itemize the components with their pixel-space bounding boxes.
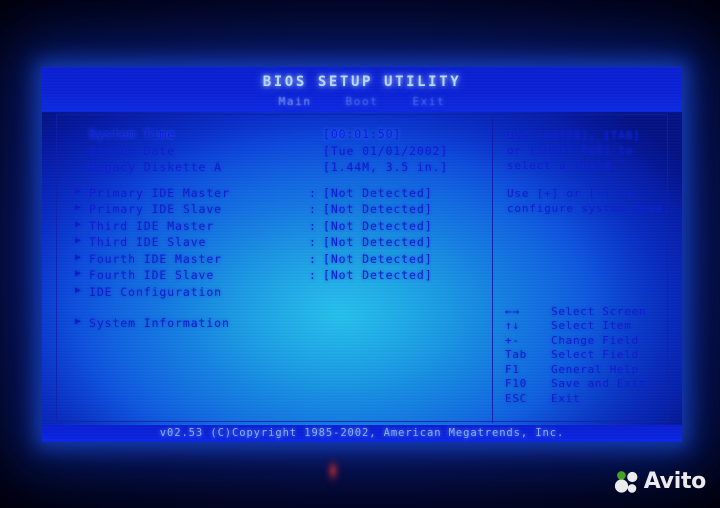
option-separator: : [309,251,316,266]
content-frame: System Time [00:01:50] System Date [Tue … [56,114,669,423]
key-legend: ←→ Select Screen ↑↓ Select Item +- Chang… [505,305,669,407]
help-text-line: Use [+] or [-] to [507,187,634,200]
option-value: [Not Detected] [323,268,433,282]
legend-key: ↑↓ [505,319,520,332]
avito-watermark: Avito [613,470,706,494]
photo-of-monitor: BIOS SETUP UTILITY Main Boot Exit System… [0,0,720,508]
option-separator: : [309,235,316,249]
legend-row-select-field: Tab Select Field [505,348,669,363]
triangle-right-icon: ▶ [75,284,82,296]
legend-row-select-screen: ←→ Select Screen [505,305,669,320]
option-label: Primary IDE Slave [89,202,223,216]
help-pane: Use [ENTER], [TAB] or [SHIFT-TAB] to sel… [493,115,669,423]
copyright-text: v02.53 (C)Copyright 1985-2002, American … [159,427,565,439]
triangle-right-icon: ▶ [75,316,82,327]
bios-screen: BIOS SETUP UTILITY Main Boot Exit System… [42,67,682,442]
option-label: Third IDE Slave [89,235,207,249]
legend-row-select-item: ↑↓ Select Item [505,319,669,334]
menu-bar: Main Boot Exit [42,93,682,110]
option-row-system-information[interactable]: ▶ System Information [57,316,492,333]
help-text-line: Use [ENTER], [TAB] [507,129,641,142]
option-value: [Not Detected] [323,235,433,249]
option-label: Fourth IDE Slave [89,268,215,282]
option-row-primary-ide-master[interactable]: ▶ Primary IDE Master : [Not Detected] [57,186,492,203]
legend-key: F10 [505,377,527,390]
tab-boot[interactable]: Boot [346,95,379,108]
option-value[interactable]: [1.44M, 3.5 in.] [323,160,448,174]
legend-key: ESC [505,391,527,405]
legend-key: Tab [505,348,527,361]
legend-row-change-field: +- Change Field [505,334,669,349]
option-label: Fourth IDE Master [89,251,223,266]
help-text-line: configure system Time. [507,202,671,215]
option-value[interactable]: [Tue 01/01/2002] [323,144,448,158]
option-row-system-time[interactable]: System Time [00:01:50] [57,127,492,144]
triangle-right-icon: ▶ [75,185,82,197]
option-row-system-date[interactable]: System Date [Tue 01/01/2002] [57,144,492,161]
option-row-primary-ide-slave[interactable]: ▶ Primary IDE Slave : [Not Detected] [57,202,492,219]
tab-main[interactable]: Main [279,95,312,108]
option-value: [Not Detected] [323,251,433,266]
options-pane: System Time [00:01:50] System Date [Tue … [57,115,492,423]
legend-description: Select Screen [551,304,647,318]
help-text-line: or [SHIFT-TAB] to [507,144,634,157]
option-value: [Not Detected] [323,202,433,216]
option-separator: : [309,185,316,200]
option-separator: : [309,218,316,233]
legend-description: Change Field [551,333,639,347]
legend-key: ←→ [505,304,520,318]
avito-wordmark: Avito [643,469,707,494]
triangle-right-icon: ▶ [75,202,82,213]
option-row-fourth-ide-master[interactable]: ▶ Fourth IDE Master : [Not Detected] [57,252,492,269]
triangle-right-icon: ▶ [75,218,82,230]
option-label: IDE Configuration [89,284,223,299]
legend-description: Save and Exit [551,377,647,390]
copyright-bar: v02.53 (C)Copyright 1985-2002, American … [42,425,682,442]
page-title: BIOS SETUP UTILITY [262,74,462,90]
legend-row-exit: ESC Exit [505,392,669,407]
option-value: [Not Detected] [323,185,433,200]
option-label: System Date [89,143,176,158]
legend-description: Exit [551,391,581,405]
triangle-right-icon: ▶ [75,235,82,246]
option-label: Third IDE Master [89,218,215,233]
option-value: [Not Detected] [323,218,433,233]
option-label: Legacy Diskette A [89,160,223,174]
legend-description: Select Field [551,348,639,361]
option-separator: : [309,202,316,216]
legend-key: F1 [505,362,520,376]
legend-description: Select Item [551,319,632,332]
option-row-third-ide-slave[interactable]: ▶ Third IDE Slave : [Not Detected] [57,235,492,252]
triangle-right-icon: ▶ [75,268,82,279]
legend-row-general-help: F1 General Help [505,363,669,378]
power-led-glow [318,452,348,486]
option-row-third-ide-master[interactable]: ▶ Third IDE Master : [Not Detected] [57,219,492,236]
option-row-legacy-diskette-a[interactable]: Legacy Diskette A [1.44M, 3.5 in.] [57,160,492,177]
help-spacer [507,173,669,186]
triangle-right-icon: ▶ [75,251,82,263]
option-value[interactable]: [00:01:50] [323,127,401,141]
bios-title-bar: BIOS SETUP UTILITY Main Boot Exit [42,67,682,112]
legend-key: +- [505,333,520,347]
option-row-fourth-ide-slave[interactable]: ▶ Fourth IDE Slave : [Not Detected] [57,268,492,285]
help-text-line: select a field. [507,159,619,172]
option-label: System Time [89,127,176,141]
tab-exit[interactable]: Exit [412,95,445,108]
option-row-ide-configuration[interactable]: ▶ IDE Configuration [57,285,492,302]
option-label: System Information [89,316,230,330]
option-label: Primary IDE Master [89,185,230,200]
avito-logo-icon [613,470,639,494]
legend-description: General Help [551,362,639,376]
legend-row-save-and-exit: F10 Save and Exit [505,377,669,392]
option-separator: : [309,268,316,282]
